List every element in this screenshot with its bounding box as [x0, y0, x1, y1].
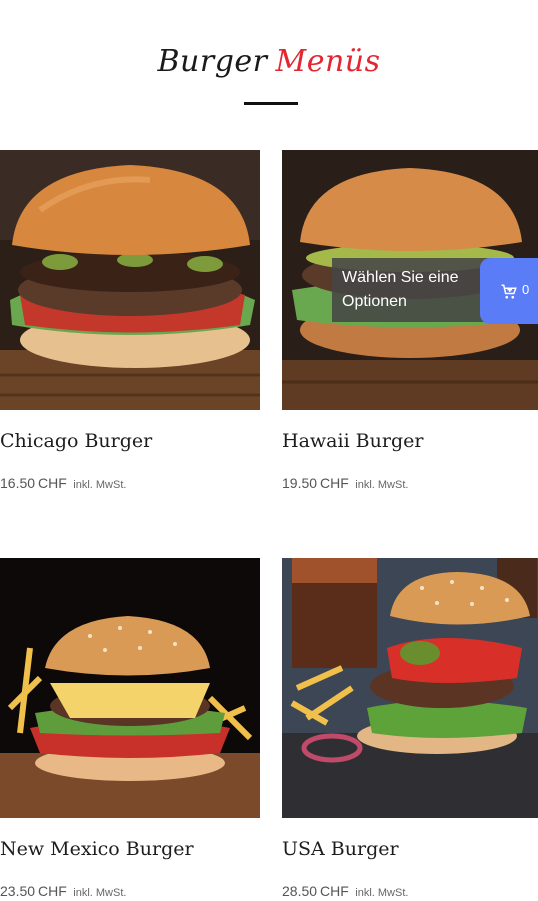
product-image[interactable]	[0, 558, 260, 818]
product-name[interactable]: USA Burger	[282, 838, 399, 860]
product-image[interactable]	[0, 150, 260, 410]
product-name[interactable]: Chicago Burger	[0, 430, 152, 452]
cart-count: 0	[522, 282, 530, 297]
tax-note: inkl. MwSt.	[73, 479, 127, 491]
product-price: 23.50	[0, 883, 36, 899]
heading-part1: Burger	[157, 44, 268, 79]
price-row: 16.50 CHF inkl. MwSt.	[0, 475, 126, 493]
heading-part2: Menüs	[275, 44, 381, 79]
product-price: 16.50	[0, 475, 36, 491]
product-card[interactable]: USA Burger 28.50 CHF inkl. MwSt.	[282, 558, 538, 899]
options-tooltip: Wählen Sie eine Optionen	[332, 258, 492, 322]
product-card[interactable]: New Mexico Burger 23.50 CHF inkl. MwSt.	[0, 558, 260, 899]
product-card[interactable]: Chicago Burger 16.50 CHF inkl. MwSt.	[0, 150, 260, 491]
product-currency: CHF	[38, 475, 67, 491]
product-price: 28.50	[282, 883, 318, 899]
section-heading: Burger Menüs	[0, 44, 538, 79]
product-image[interactable]	[282, 558, 538, 818]
price-row: 23.50 CHF inkl. MwSt.	[0, 883, 126, 901]
price-row: 19.50 CHF inkl. MwSt.	[282, 475, 408, 493]
product-name[interactable]: Hawaii Burger	[282, 430, 423, 452]
tax-note: inkl. MwSt.	[355, 479, 409, 491]
product-price: 19.50	[282, 475, 318, 491]
product-currency: CHF	[38, 883, 67, 899]
product-name[interactable]: New Mexico Burger	[0, 838, 194, 860]
tax-note: inkl. MwSt.	[355, 887, 409, 899]
heading-underline	[244, 102, 298, 105]
product-currency: CHF	[320, 883, 349, 899]
cart-icon	[501, 284, 517, 299]
product-currency: CHF	[320, 475, 349, 491]
cart-button[interactable]: 0	[480, 258, 538, 324]
tax-note: inkl. MwSt.	[73, 887, 127, 899]
price-row: 28.50 CHF inkl. MwSt.	[282, 883, 408, 901]
